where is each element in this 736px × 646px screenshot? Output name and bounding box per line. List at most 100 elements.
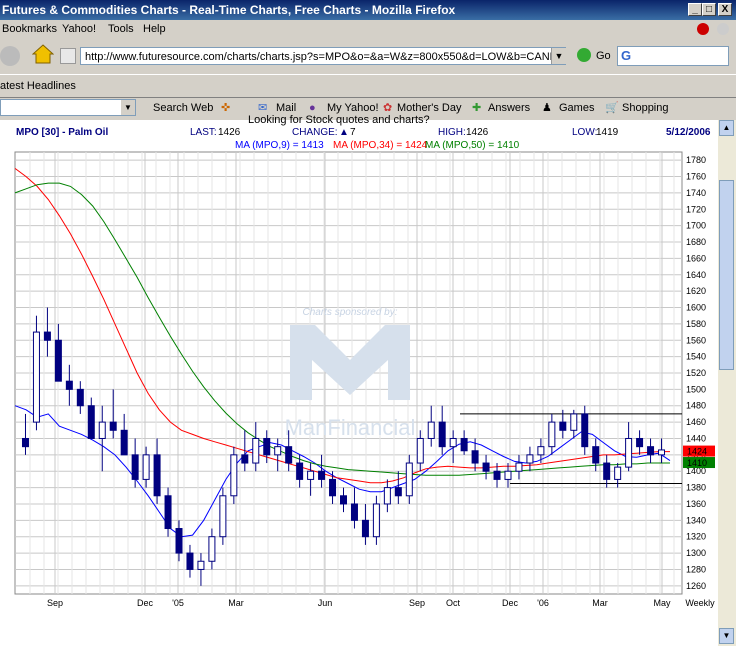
scroll-up-icon[interactable]: ▲ [719, 120, 734, 136]
candle-down [153, 454, 161, 497]
y-tick-label: 1600 [686, 303, 706, 313]
candle-down [285, 446, 293, 464]
candle-up [405, 462, 413, 497]
candle-up [537, 446, 545, 456]
candle-down [592, 446, 600, 464]
candle-up [570, 413, 578, 431]
candle-up [142, 454, 150, 480]
candle-up [449, 437, 457, 448]
y-tick-label: 1780 [686, 155, 706, 165]
candle-down [76, 388, 84, 407]
candle-down [186, 552, 194, 570]
x-tick-label: Mar [592, 598, 608, 608]
candle-up [208, 536, 216, 562]
y-tick-label: 1440 [686, 433, 706, 443]
y-tick-label: 1620 [686, 286, 706, 296]
candle-up [307, 470, 315, 480]
y-tick-label: 1740 [686, 188, 706, 198]
y-tick-label: 1360 [686, 499, 706, 509]
candle-down [482, 462, 490, 472]
y-tick-label: 1760 [686, 172, 706, 182]
candle-up [383, 487, 391, 505]
candle-down [131, 454, 139, 480]
candle-down [460, 437, 468, 452]
close-button[interactable]: X [718, 3, 732, 16]
candle-up [274, 446, 282, 456]
y-tick-label: 1660 [686, 253, 706, 263]
candle-down [361, 519, 369, 538]
candle-down [263, 437, 271, 456]
y-tick-label: 1340 [686, 515, 706, 525]
candle-down [87, 405, 95, 439]
candle-down [471, 450, 479, 464]
price-chart: 1260128013001320134013601380140014201440… [14, 151, 715, 608]
candle-down [21, 437, 29, 448]
candle-down [65, 380, 73, 390]
candle-down [318, 470, 326, 480]
x-tick-label: Jun [318, 598, 333, 608]
candle-up [416, 437, 424, 464]
candle-down [296, 462, 304, 480]
candle-down [120, 429, 128, 456]
y-tick-label: 1380 [686, 483, 706, 493]
y-tick-label: 1680 [686, 237, 706, 247]
y-tick-label: 1260 [686, 581, 706, 591]
candle-up [658, 449, 666, 456]
scroll-down-icon[interactable]: ▼ [719, 628, 734, 644]
y-tick-label: 1280 [686, 564, 706, 574]
candle-up [504, 470, 512, 480]
candle-down [175, 528, 183, 554]
y-tick-label: 1500 [686, 384, 706, 394]
candle-up [614, 466, 622, 480]
candle-down [340, 495, 347, 505]
candle-down [493, 470, 501, 480]
candle-down [636, 437, 644, 448]
x-tick-label: '06 [537, 598, 549, 608]
candle-down [109, 421, 117, 431]
candle-up [548, 421, 556, 448]
price-tag-label: 1424 [687, 447, 707, 457]
candle-up [32, 331, 40, 423]
x-tick-label: Dec [137, 598, 154, 608]
y-tick-label: 1320 [686, 532, 706, 542]
reload-icon[interactable] [717, 23, 729, 35]
vertical-scrollbar[interactable]: ▲ ▼ [718, 120, 736, 646]
candle-down [329, 478, 337, 497]
x-tick-label: Sep [409, 598, 425, 608]
scrollbar-thumb[interactable] [719, 180, 734, 370]
candle-up [252, 437, 260, 464]
candle-up [625, 437, 633, 468]
candle-up [197, 560, 205, 570]
candle-down [164, 495, 172, 530]
candle-down [581, 413, 589, 448]
y-tick-label: 1520 [686, 368, 706, 378]
candle-down [647, 446, 655, 456]
y-tick-label: 1720 [686, 204, 706, 214]
y-tick-label: 1460 [686, 417, 706, 427]
candle-up [219, 495, 227, 538]
candle-up [515, 462, 523, 472]
watermark-brand: ManFinancial [285, 415, 416, 440]
candle-down [394, 487, 402, 497]
x-tick-label: Sep [47, 598, 63, 608]
y-tick-label: 1700 [686, 221, 706, 231]
y-tick-label: 1300 [686, 548, 706, 558]
y-tick-label: 1560 [686, 335, 706, 345]
x-tick-label: Mar [228, 598, 244, 608]
candle-up [526, 454, 534, 464]
x-tick-label: Weekly [685, 598, 715, 608]
candle-up [427, 421, 435, 439]
candle-down [43, 331, 51, 341]
candle-down [241, 454, 249, 464]
candle-up [98, 421, 106, 439]
candle-down [350, 503, 358, 521]
y-tick-label: 1640 [686, 270, 706, 280]
candle-down [54, 339, 62, 382]
watermark-sponsor: Charts sponsored by: [302, 307, 397, 318]
price-tag-label: 1410 [687, 458, 707, 468]
y-tick-label: 1580 [686, 319, 706, 329]
x-tick-label: Oct [446, 598, 461, 608]
y-tick-label: 1480 [686, 401, 706, 411]
y-tick-label: 1540 [686, 352, 706, 362]
x-tick-label: Dec [502, 598, 519, 608]
